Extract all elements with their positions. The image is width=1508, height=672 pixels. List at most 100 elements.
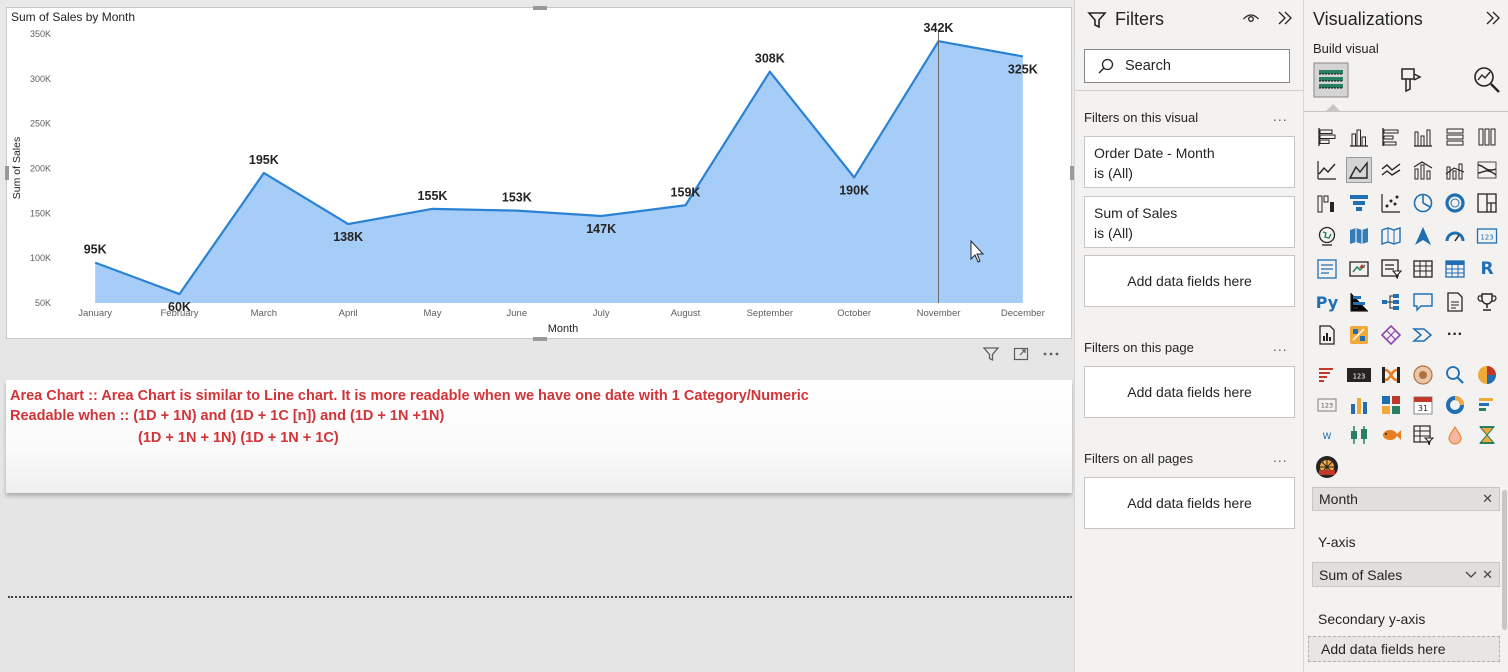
custom-visual-column-icon[interactable] (1346, 392, 1372, 418)
paginated-report-icon[interactable] (1442, 289, 1468, 315)
visual-filter-drop-zone[interactable]: Add data fields here (1084, 255, 1295, 307)
eye-icon[interactable] (1242, 10, 1260, 26)
card-icon[interactable]: 123 (1474, 223, 1500, 249)
pane-scrollbar[interactable] (1502, 490, 1507, 630)
smart-narrative-icon[interactable] (1314, 322, 1340, 348)
resize-handle-left[interactable] (5, 166, 9, 180)
stacked-area-chart-icon[interactable] (1378, 157, 1404, 183)
more-options-icon[interactable] (1040, 343, 1062, 365)
filter-card-title: Order Date - Month (1094, 145, 1215, 161)
python-visual-icon[interactable]: Py (1314, 289, 1340, 315)
analytics-tab[interactable] (1469, 62, 1505, 98)
treemap-icon[interactable] (1474, 190, 1500, 216)
line-and-clustered-column-icon[interactable] (1442, 157, 1468, 183)
custom-visual-badge-icon[interactable] (1314, 454, 1340, 480)
y-axis-field-sum-of-sales[interactable]: Sum of Sales ✕ (1312, 562, 1500, 587)
custom-visual-calendar-icon[interactable]: 31 (1410, 392, 1436, 418)
area-chart-visual[interactable]: Sum of Sales by Month 50K 100K 150K 200K 250… (5, 6, 1074, 341)
clustered-column-chart-icon[interactable] (1410, 124, 1436, 150)
custom-visual-table-slicer-icon[interactable] (1410, 422, 1436, 448)
ribbon-chart-icon[interactable] (1474, 157, 1500, 183)
filter-card-sum-of-sales[interactable]: Sum of Sales is (All) (1084, 196, 1295, 248)
filter-search-input[interactable]: Search (1084, 49, 1290, 83)
custom-visual-pie-icon[interactable] (1474, 362, 1500, 388)
visualizations-pane: Visualizations Build visual 123 R Py ···… (1304, 0, 1508, 672)
stacked-bar-chart-icon[interactable] (1314, 124, 1340, 150)
filters-on-page-more[interactable]: ... (1273, 338, 1288, 354)
remove-field-icon[interactable]: ✕ (1482, 567, 1493, 583)
custom-visual-boxplot-icon[interactable] (1346, 422, 1372, 448)
filters-title: Filters (1115, 9, 1164, 29)
custom-visual-fish-icon[interactable] (1378, 422, 1404, 448)
kpi-icon[interactable] (1346, 256, 1372, 282)
x-axis-field-month[interactable]: Month ✕ (1312, 487, 1500, 511)
text-box[interactable]: Area Chart :: Area Chart is similar to L… (6, 380, 1072, 493)
custom-visual-grid-icon[interactable] (1378, 392, 1404, 418)
filled-map-icon[interactable] (1346, 223, 1372, 249)
visualizations-title: Visualizations (1313, 9, 1423, 29)
focus-mode-icon[interactable] (1010, 343, 1032, 365)
clustered-bar-chart-icon[interactable] (1378, 124, 1404, 150)
stacked-column-chart-icon[interactable] (1346, 124, 1372, 150)
active-tab-pointer (1326, 104, 1340, 111)
y-axis-label: Y-axis (1318, 534, 1356, 550)
waterfall-chart-icon[interactable] (1314, 190, 1340, 216)
line-chart-icon[interactable] (1314, 157, 1340, 183)
power-automate-icon[interactable] (1410, 322, 1436, 348)
pie-chart-icon[interactable] (1410, 190, 1436, 216)
slicer-icon[interactable] (1378, 256, 1404, 282)
more-visuals-icon[interactable]: ··· (1442, 322, 1468, 348)
decomposition-tree-icon[interactable] (1378, 289, 1404, 315)
filter-card-order-date-month[interactable]: Order Date - Month is (All) (1084, 136, 1295, 188)
custom-visual-word-icon[interactable]: W (1314, 422, 1340, 448)
custom-visual-hourglass-icon[interactable] (1474, 422, 1500, 448)
custom-visual-counter-icon[interactable]: 123 (1346, 362, 1372, 388)
r-script-visual-icon[interactable]: R (1474, 256, 1500, 282)
custom-visual-search-icon[interactable] (1442, 362, 1468, 388)
goals-trophy-icon[interactable] (1474, 289, 1500, 315)
map-icon[interactable] (1314, 223, 1340, 249)
format-visual-tab[interactable] (1391, 62, 1427, 98)
azure-map-icon[interactable] (1410, 223, 1436, 249)
area-chart-icon[interactable] (1346, 157, 1372, 183)
build-visual-tab[interactable] (1313, 62, 1349, 98)
area-fill[interactable] (95, 41, 1023, 303)
shape-map-icon[interactable] (1378, 223, 1404, 249)
secondary-y-axis-drop-zone[interactable]: Add data fields here (1308, 636, 1500, 662)
area-chart[interactable]: 50K100K150K200K250K300K350K95K60K195K138… (7, 8, 1073, 340)
funnel-icon[interactable] (1346, 190, 1372, 216)
collapse-filters-icon[interactable] (1276, 10, 1294, 26)
donut-chart-icon[interactable] (1442, 190, 1468, 216)
line-and-stacked-column-icon[interactable] (1410, 157, 1436, 183)
100-stacked-bar-chart-icon[interactable] (1442, 124, 1468, 150)
custom-visual-radial-icon[interactable] (1410, 362, 1436, 388)
all-pages-filter-drop-zone[interactable]: Add data fields here (1084, 477, 1295, 529)
custom-visual-sankey-icon[interactable] (1378, 362, 1404, 388)
power-apps-icon[interactable] (1378, 322, 1404, 348)
filters-on-all-pages-more[interactable]: ... (1273, 449, 1288, 465)
custom-visual-card-icon[interactable]: 123 (1314, 392, 1340, 418)
scatter-chart-icon[interactable] (1378, 190, 1404, 216)
resize-handle-top[interactable] (533, 6, 547, 10)
report-canvas[interactable]: Sum of Sales by Month 50K 100K 150K 200K 250… (0, 0, 1074, 672)
100-stacked-column-chart-icon[interactable] (1474, 124, 1500, 150)
custom-visual-donut-icon[interactable] (1442, 392, 1468, 418)
filters-on-visual-more[interactable]: ... (1273, 108, 1288, 124)
custom-visual-drop-icon[interactable] (1442, 422, 1468, 448)
key-influencers-icon[interactable] (1346, 289, 1372, 315)
filter-icon[interactable] (980, 343, 1002, 365)
gauge-icon[interactable] (1442, 223, 1468, 249)
custom-visual-lines-icon[interactable] (1314, 362, 1340, 388)
qa-visual-icon[interactable] (1410, 289, 1436, 315)
resize-handle-bottom[interactable] (533, 337, 547, 341)
remove-field-icon[interactable]: ✕ (1482, 491, 1493, 507)
metrics-visual-icon[interactable] (1346, 322, 1372, 348)
divider (1075, 90, 1303, 91)
custom-visual-bars-icon[interactable] (1474, 392, 1500, 418)
chevron-down-icon[interactable] (1465, 567, 1477, 583)
page-filter-drop-zone[interactable]: Add data fields here (1084, 366, 1295, 418)
matrix-icon[interactable] (1442, 256, 1468, 282)
table-icon[interactable] (1410, 256, 1436, 282)
multi-row-card-icon[interactable] (1314, 256, 1340, 282)
collapse-visualizations-icon[interactable] (1484, 10, 1502, 26)
